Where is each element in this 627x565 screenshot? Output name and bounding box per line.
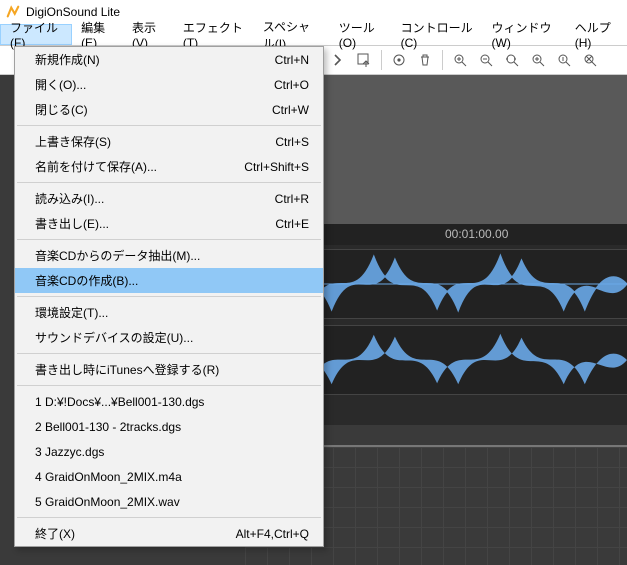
- menu-item-shortcut: Ctrl+W: [272, 103, 309, 117]
- menu-item-label: 書き出し時にiTunesへ登録する(R): [35, 361, 309, 378]
- menu-item-label: 読み込み(I)...: [35, 190, 275, 207]
- menu-item-shortcut: Ctrl+O: [274, 78, 309, 92]
- zoom-fit-icon[interactable]: [500, 48, 524, 72]
- menu-item-label: 5 GraidOnMoon_2MIX.wav: [35, 495, 309, 509]
- zoom-in-icon[interactable]: [448, 48, 472, 72]
- menu-view[interactable]: 表示(V): [123, 24, 174, 45]
- menu-file[interactable]: ファイル(F): [0, 24, 72, 45]
- zoom-all-icon[interactable]: [578, 48, 602, 72]
- menu-edit[interactable]: 編集(E): [72, 24, 123, 45]
- trash-icon[interactable]: [413, 48, 437, 72]
- menu-effect[interactable]: エフェクト(T): [174, 24, 254, 45]
- menu-item-label: 音楽CDからのデータ抽出(M)...: [35, 247, 309, 264]
- zoom-out-icon[interactable]: [474, 48, 498, 72]
- menu-item[interactable]: 音楽CDからのデータ抽出(M)...: [15, 243, 323, 268]
- app-title: DigiOnSound Lite: [26, 5, 120, 19]
- menu-control[interactable]: コントロール(C): [392, 24, 483, 45]
- menu-separator: [17, 517, 321, 518]
- menu-item-shortcut: Ctrl+N: [275, 53, 309, 67]
- menu-item[interactable]: 新規作成(N)Ctrl+N: [15, 47, 323, 72]
- menu-help[interactable]: ヘルプ(H): [566, 24, 627, 45]
- menu-item-label: サウンドデバイスの設定(U)...: [35, 329, 309, 346]
- menu-special[interactable]: スペシャル(I): [254, 24, 330, 45]
- menu-item[interactable]: 読み込み(I)...Ctrl+R: [15, 186, 323, 211]
- menu-item-shortcut: Alt+F4,Ctrl+Q: [236, 527, 309, 541]
- menu-item-label: 新規作成(N): [35, 51, 275, 68]
- menu-item-shortcut: Ctrl+E: [275, 217, 309, 231]
- file-menu-dropdown: 新規作成(N)Ctrl+N開く(O)...Ctrl+O閉じる(C)Ctrl+W上…: [14, 46, 324, 547]
- menu-separator: [17, 182, 321, 183]
- menu-item-label: 4 GraidOnMoon_2MIX.m4a: [35, 470, 309, 484]
- menu-item-label: 名前を付けて保存(A)...: [35, 158, 244, 175]
- menu-item-shortcut: Ctrl+Shift+S: [244, 160, 309, 174]
- menu-item[interactable]: 1 D:¥!Docs¥...¥Bell001-130.dgs: [15, 389, 323, 414]
- menu-item-shortcut: Ctrl+S: [275, 135, 309, 149]
- menu-separator: [17, 125, 321, 126]
- menu-item-label: 終了(X): [35, 525, 236, 542]
- menu-separator: [17, 296, 321, 297]
- menu-item[interactable]: 4 GraidOnMoon_2MIX.m4a: [15, 464, 323, 489]
- menu-item-label: 閉じる(C): [35, 101, 272, 118]
- menu-item-label: 1 D:¥!Docs¥...¥Bell001-130.dgs: [35, 395, 309, 409]
- menu-item-shortcut: Ctrl+R: [275, 192, 309, 206]
- menu-window[interactable]: ウィンドウ(W): [483, 24, 566, 45]
- menu-item-label: 書き出し(E)...: [35, 215, 275, 232]
- menu-tool[interactable]: ツール(O): [330, 24, 392, 45]
- menu-item[interactable]: 開く(O)...Ctrl+O: [15, 72, 323, 97]
- export-icon[interactable]: [352, 48, 376, 72]
- app-logo-icon: [6, 5, 20, 19]
- menu-separator: [17, 353, 321, 354]
- menu-item-label: 環境設定(T)...: [35, 304, 309, 321]
- menu-separator: [17, 239, 321, 240]
- menu-item[interactable]: 3 Jazzyc.dgs: [15, 439, 323, 464]
- menu-item[interactable]: 書き出し(E)...Ctrl+E: [15, 211, 323, 236]
- menu-item[interactable]: 上書き保存(S)Ctrl+S: [15, 129, 323, 154]
- menu-item[interactable]: 音楽CDの作成(B)...: [15, 268, 323, 293]
- menu-item[interactable]: 終了(X)Alt+F4,Ctrl+Q: [15, 521, 323, 546]
- zoom-in-v-icon[interactable]: [526, 48, 550, 72]
- menu-item[interactable]: サウンドデバイスの設定(U)...: [15, 325, 323, 350]
- menu-item-label: 上書き保存(S): [35, 133, 275, 150]
- menu-item-label: 2 Bell001-130 - 2tracks.dgs: [35, 420, 309, 434]
- menu-item-label: 3 Jazzyc.dgs: [35, 445, 309, 459]
- menu-item[interactable]: 2 Bell001-130 - 2tracks.dgs: [15, 414, 323, 439]
- zoom-out-v-icon[interactable]: [552, 48, 576, 72]
- menu-item[interactable]: 環境設定(T)...: [15, 300, 323, 325]
- menu-bar: ファイル(F) 編集(E) 表示(V) エフェクト(T) スペシャル(I) ツー…: [0, 24, 627, 46]
- target-icon[interactable]: [387, 48, 411, 72]
- menu-item-label: 開く(O)...: [35, 76, 274, 93]
- menu-item[interactable]: 書き出し時にiTunesへ登録する(R): [15, 357, 323, 382]
- ruler-tick: 00:01:00.00: [445, 227, 508, 241]
- menu-item[interactable]: 名前を付けて保存(A)...Ctrl+Shift+S: [15, 154, 323, 179]
- menu-item[interactable]: 5 GraidOnMoon_2MIX.wav: [15, 489, 323, 514]
- chevron-right-icon[interactable]: [326, 48, 350, 72]
- menu-item[interactable]: 閉じる(C)Ctrl+W: [15, 97, 323, 122]
- menu-separator: [17, 385, 321, 386]
- menu-item-label: 音楽CDの作成(B)...: [35, 272, 309, 289]
